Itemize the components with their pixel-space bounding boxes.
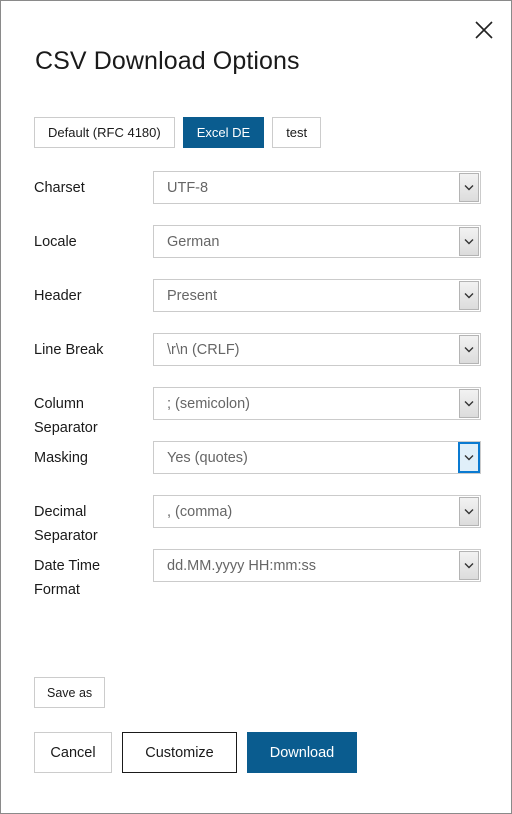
page-title: CSV Download Options: [35, 47, 300, 75]
masking-select-value: Yes (quotes): [167, 449, 248, 466]
date-time-format-select-value: dd.MM.yyyy HH:mm:ss: [167, 557, 317, 574]
close-icon-button[interactable]: [469, 15, 499, 45]
line-break-select-value: \r\n (CRLF): [167, 341, 240, 358]
locale-select-value: German: [167, 233, 220, 250]
field-label-line-break: Line Break: [34, 342, 104, 358]
save-as-button[interactable]: Save as: [34, 677, 106, 708]
chevron-down-icon[interactable]: [459, 173, 479, 202]
field-label-charset: Charset: [34, 180, 85, 196]
column-separator-select[interactable]: ; (semicolon): [153, 387, 481, 420]
charset-select[interactable]: UTF-8: [153, 171, 481, 204]
field-row-decimal-separator: Decimal Separator , (comma): [1, 491, 511, 545]
field-row-charset: Charset UTF-8: [1, 167, 511, 221]
column-separator-select-value: ; (semicolon): [167, 395, 250, 412]
field-label-decimal-separator: Decimal Separator: [34, 504, 98, 544]
preset-button-group: Default (RFC 4180) Excel DE test: [34, 117, 322, 148]
field-label-date-time-format: Date Time Format: [34, 558, 101, 598]
field-label-locale: Locale: [34, 234, 77, 250]
dialog-footer: Cancel Customize Download: [34, 732, 357, 773]
field-row-date-time-format: Date Time Format dd.MM.yyyy HH:mm:ss: [1, 545, 511, 599]
date-time-format-select[interactable]: dd.MM.yyyy HH:mm:ss: [153, 549, 481, 582]
field-row-column-separator: Column Separator ; (semicolon): [1, 383, 511, 437]
field-label-header: Header: [34, 288, 82, 304]
preset-button-test[interactable]: test: [272, 117, 322, 148]
line-break-select[interactable]: \r\n (CRLF): [153, 333, 481, 366]
chevron-down-icon[interactable]: [459, 281, 479, 310]
charset-select-value: UTF-8: [167, 179, 209, 196]
preset-button-excel-de[interactable]: Excel DE: [182, 117, 265, 148]
field-row-masking: Masking Yes (quotes): [1, 437, 511, 491]
close-icon: [474, 20, 494, 40]
preset-button-default[interactable]: Default (RFC 4180): [34, 117, 175, 148]
download-button[interactable]: Download: [247, 732, 357, 773]
cancel-button[interactable]: Cancel: [34, 732, 112, 773]
chevron-down-icon[interactable]: [459, 335, 479, 364]
decimal-separator-select[interactable]: , (comma): [153, 495, 481, 528]
customize-button[interactable]: Customize: [122, 732, 237, 773]
header-select-value: Present: [167, 287, 217, 304]
field-row-header: Header Present: [1, 275, 511, 329]
header-select[interactable]: Present: [153, 279, 481, 312]
csv-download-options-dialog: CSV Download Options Default (RFC 4180) …: [0, 0, 512, 814]
field-row-line-break: Line Break \r\n (CRLF): [1, 329, 511, 383]
field-row-locale: Locale German: [1, 221, 511, 275]
decimal-separator-select-value: , (comma): [167, 503, 233, 520]
options-form: Charset UTF-8 Locale German Header Prese…: [1, 167, 511, 599]
chevron-down-icon[interactable]: [459, 227, 479, 256]
chevron-down-icon[interactable]: [458, 442, 480, 473]
masking-select[interactable]: Yes (quotes): [153, 441, 481, 474]
field-label-column-separator: Column Separator: [34, 396, 98, 436]
chevron-down-icon[interactable]: [459, 497, 479, 526]
locale-select[interactable]: German: [153, 225, 481, 258]
field-label-masking: Masking: [34, 450, 88, 466]
chevron-down-icon[interactable]: [459, 389, 479, 418]
chevron-down-icon[interactable]: [459, 551, 479, 580]
